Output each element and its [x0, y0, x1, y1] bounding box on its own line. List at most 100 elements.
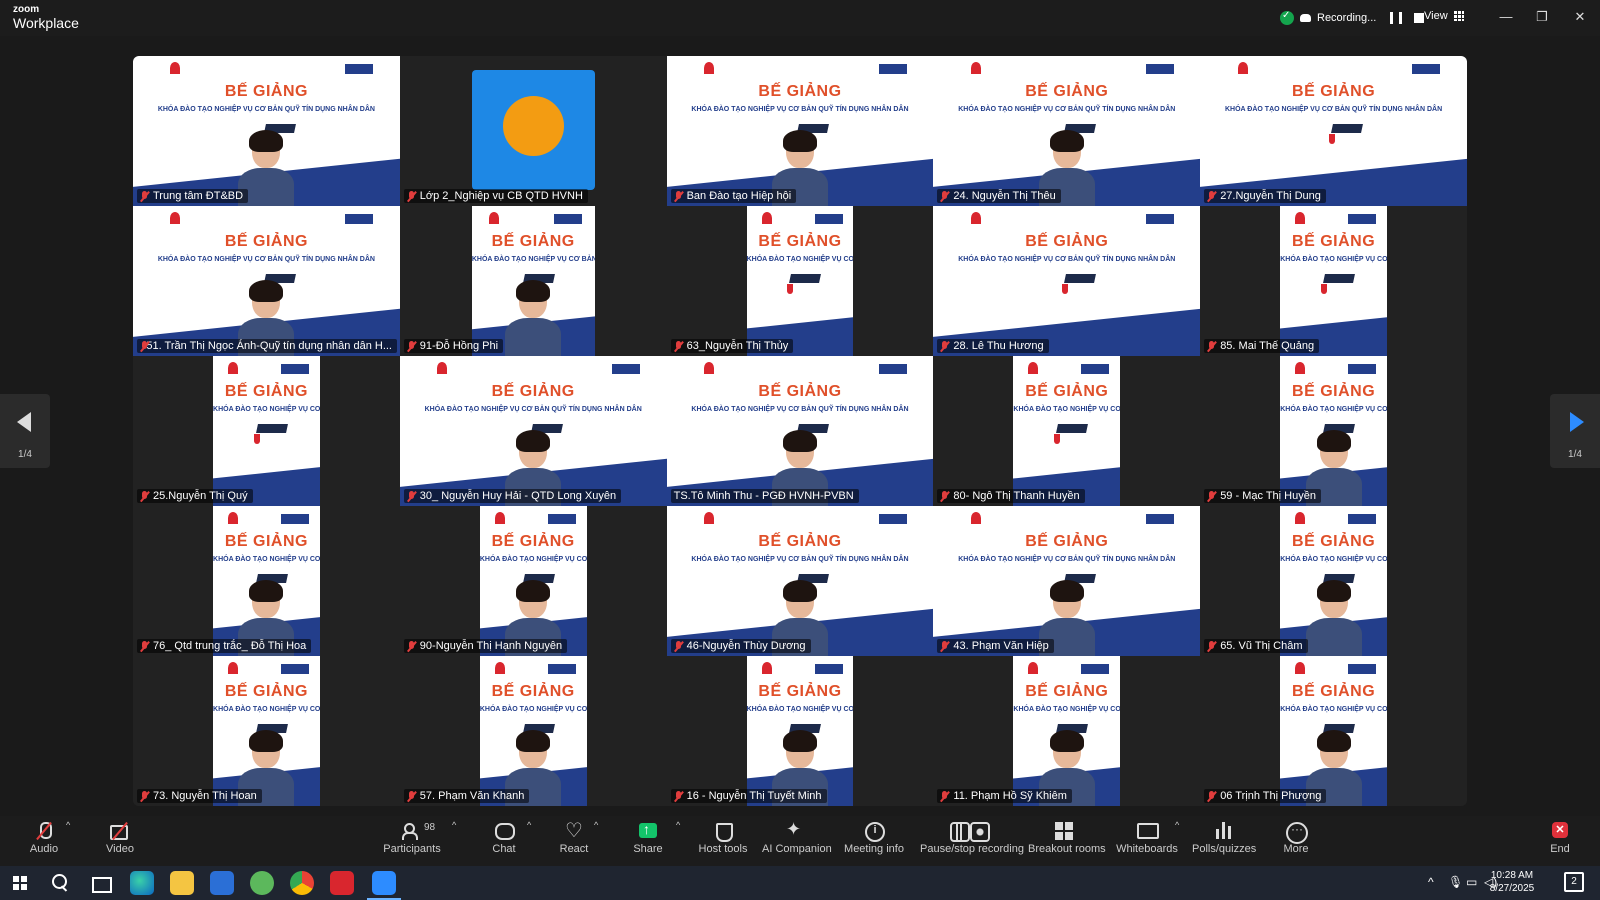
recording-indicator[interactable]: Recording...	[1280, 8, 1425, 28]
participant-name: 76_ Qtd trung trắc_ Đỗ Thị Hoa	[153, 640, 307, 652]
participant-tile[interactable]: BẾ GIẢNG KHÓA ĐÀO TẠO NGHIỆP VỤ CƠ BẢN QU…	[933, 56, 1201, 206]
video-button[interactable]: Video	[100, 820, 140, 864]
chrome-icon[interactable]	[290, 871, 314, 895]
participant-tile[interactable]: BẾ GIẢNG KHÓA ĐÀO TẠO NGHIỆP VỤ CƠ BẢN QU…	[933, 206, 1201, 356]
end-meeting-button[interactable]: End	[1540, 820, 1580, 864]
react-button[interactable]: React	[554, 818, 594, 864]
meeting-info-button[interactable]: Meeting info	[844, 820, 904, 864]
audio-button[interactable]: Audio	[24, 820, 64, 864]
chat-button[interactable]: Chat	[484, 820, 524, 864]
react-options-caret-icon[interactable]: ^	[594, 820, 598, 830]
participant-tile[interactable]: BẾ GIẢNG KHÓA ĐÀO TẠO NGHIỆP VỤ CƠ BẢN QU…	[1200, 656, 1467, 806]
participant-name-label: 25.Nguyễn Thị Quý	[137, 489, 253, 503]
participant-tile[interactable]: BẾ GIẢNG KHÓA ĐÀO TẠO NGHIỆP VỤ CƠ BẢN QU…	[399, 506, 667, 656]
participant-tile[interactable]: BẾ GIẢNG KHÓA ĐÀO TẠO NGHIỆP VỤ CƠ BẢN QU…	[1200, 356, 1467, 506]
participant-tile[interactable]: BẾ GIẢNG KHÓA ĐÀO TẠO NGHIỆP VỤ CƠ BẢN QU…	[1200, 206, 1467, 356]
participant-video: BẾ GIẢNG KHÓA ĐÀO TẠO NGHIỆP VỤ CƠ BẢN QU…	[479, 506, 587, 656]
restore-icon[interactable]: ❐	[1532, 9, 1552, 25]
stop-recording-icon[interactable]	[1414, 13, 1425, 23]
participant-tile[interactable]: BẾ GIẢNG KHÓA ĐÀO TẠO NGHIỆP VỤ CƠ BẢN QU…	[1200, 506, 1467, 656]
banner-subtitle: KHÓA ĐÀO TẠO NGHIỆP VỤ CƠ BẢN QUỸ TÍN DỤ…	[691, 105, 909, 113]
share-options-caret-icon[interactable]: ^	[676, 820, 680, 830]
more-button[interactable]: More	[1276, 820, 1316, 864]
windows-taskbar: ^ 🎙 ▭ ◁) 10:28 AM 8/27/2025 2	[0, 866, 1600, 900]
participant-name: 73. Nguyễn Thị Hoan	[153, 790, 257, 802]
participant-video: BẾ GIẢNG KHÓA ĐÀO TẠO NGHIỆP VỤ CƠ BẢN QU…	[746, 206, 854, 356]
association-logo-icon	[703, 512, 714, 524]
participants-button[interactable]: 98 Participants	[380, 820, 444, 864]
title-bar: zoom Workplace Recording... View — ❐ ✕	[0, 0, 1600, 36]
audio-options-caret-icon[interactable]: ^	[66, 820, 70, 830]
zoom-taskbar-icon[interactable]	[367, 871, 401, 900]
academy-logo-icon	[1348, 663, 1377, 674]
whiteboards-button[interactable]: Whiteboards	[1116, 820, 1178, 864]
previous-page-button[interactable]: 1/4	[0, 394, 50, 468]
task-view-icon[interactable]	[88, 871, 112, 895]
share-button[interactable]: Share	[628, 820, 668, 864]
participant-tile[interactable]: BẾ GIẢNG KHÓA ĐÀO TẠO NGHIỆP VỤ CƠ BẢN QU…	[133, 356, 400, 506]
banner-subtitle: KHÓA ĐÀO TẠO NGHIỆP VỤ CƠ BẢN QUỸ TÍN DỤ…	[1013, 405, 1121, 413]
banner-subtitle: KHÓA ĐÀO TẠO NGHIỆP VỤ CƠ BẢN QUỸ TÍN DỤ…	[958, 555, 1176, 563]
participant-tile[interactable]: BẾ GIẢNG KHÓA ĐÀO TẠO NGHIỆP VỤ CƠ BẢN QU…	[1200, 56, 1467, 206]
close-icon[interactable]: ✕	[1570, 9, 1590, 25]
participant-name-label: 85. Mai Thế Quảng	[1204, 339, 1320, 353]
participant-video: BẾ GIẢNG KHÓA ĐÀO TẠO NGHIỆP VỤ CƠ BẢN QU…	[933, 206, 1201, 356]
view-button[interactable]: View	[1424, 10, 1464, 22]
polls-quizzes-button[interactable]: Polls/quizzes	[1192, 820, 1256, 864]
breakout-rooms-button[interactable]: Breakout rooms	[1028, 820, 1106, 864]
participant-tile[interactable]: BẾ GIẢNG KHÓA ĐÀO TẠO NGHIỆP VỤ CƠ BẢN QU…	[666, 206, 934, 356]
participant-tile[interactable]: BẾ GIẢNG KHÓA ĐÀO TẠO NGHIỆP VỤ CƠ BẢN QU…	[399, 206, 667, 356]
ai-companion-button[interactable]: AI Companion	[762, 819, 832, 864]
zoom-logo: zoom Workplace	[13, 5, 79, 31]
participant-tile[interactable]: BẾ GIẢNG KHÓA ĐÀO TẠO NGHIỆP VỤ CƠ BẢN QU…	[133, 506, 400, 656]
microsoft-store-icon[interactable]	[210, 871, 234, 895]
end-label: End	[1550, 843, 1570, 855]
participant-tile[interactable]: BẾ GIẢNG KHÓA ĐÀO TẠO NGHIỆP VỤ CƠ BẢN QU…	[666, 656, 934, 806]
whiteboards-options-caret-icon[interactable]: ^	[1175, 820, 1179, 830]
banner-subtitle: KHÓA ĐÀO TẠO NGHIỆP VỤ CƠ BẢN QUỸ TÍN DỤ…	[1280, 255, 1387, 263]
academy-logo-icon	[1348, 513, 1377, 524]
green-app-icon[interactable]	[250, 871, 274, 895]
participant-tile[interactable]: BẾ GIẢNG KHÓA ĐÀO TẠO NGHIỆP VỤ CƠ BẢN QU…	[933, 356, 1201, 506]
academy-logo-icon	[611, 363, 640, 374]
participant-video: BẾ GIẢNG KHÓA ĐÀO TẠO NGHIỆP VỤ CƠ BẢN QU…	[746, 656, 854, 806]
arrow-left-icon	[17, 412, 31, 432]
muted-mic-icon	[407, 190, 416, 202]
tray-chevron-icon[interactable]: ^	[1428, 875, 1434, 889]
notifications-icon[interactable]: 2	[1564, 872, 1584, 892]
participant-tile[interactable]: BẾ GIẢNG KHÓA ĐÀO TẠO NGHIỆP VỤ CƠ BẢN QU…	[133, 206, 400, 356]
search-icon[interactable]	[48, 871, 72, 895]
participant-name: 24. Nguyễn Thị Thêu	[953, 190, 1056, 202]
chat-options-caret-icon[interactable]: ^	[527, 820, 531, 830]
participant-tile[interactable]: BẾ GIẢNG KHÓA ĐÀO TẠO NGHIỆP VỤ CƠ BẢN QU…	[666, 506, 934, 656]
edge-browser-icon[interactable]	[130, 871, 154, 895]
participant-name-label: 57. Phạm Văn Khanh	[403, 789, 530, 803]
host-tools-button[interactable]: Host tools	[698, 820, 748, 864]
encryption-shield-icon[interactable]	[1280, 10, 1294, 25]
participant-tile[interactable]: BẾ GIẢNG KHÓA ĐÀO TẠO NGHIỆP VỤ CƠ BẢN QU…	[666, 356, 934, 506]
participant-tile[interactable]: BẾ GIẢNG KHÓA ĐÀO TẠO NGHIỆP VỤ CƠ BẢN QU…	[133, 56, 400, 206]
file-explorer-icon[interactable]	[170, 871, 194, 895]
participant-tile[interactable]: Lớp 2_Nghiệp vụ CB QTD HVNH	[399, 56, 667, 206]
pause-stop-recording-button[interactable]: Pause/stop recording	[920, 820, 1024, 864]
tray-mic-icon[interactable]: 🎙	[1448, 875, 1463, 889]
participants-options-caret-icon[interactable]: ^	[452, 820, 456, 830]
association-logo-icon	[761, 662, 772, 674]
system-clock[interactable]: 10:28 AM 8/27/2025	[1476, 869, 1548, 895]
pause-recording-icon[interactable]	[1390, 12, 1403, 24]
participant-tile[interactable]: BẾ GIẢNG KHÓA ĐÀO TẠO NGHIỆP VỤ CƠ BẢN QU…	[399, 356, 667, 506]
windows-start-icon[interactable]	[8, 871, 32, 895]
participant-name: 80- Ngô Thị Thanh Huyền	[953, 490, 1080, 502]
participant-tile[interactable]: BẾ GIẢNG KHÓA ĐÀO TẠO NGHIỆP VỤ CƠ BẢN QU…	[933, 656, 1201, 806]
wps-office-icon[interactable]	[330, 871, 354, 895]
view-label: View	[1424, 10, 1448, 22]
participant-tile[interactable]: BẾ GIẢNG KHÓA ĐÀO TẠO NGHIỆP VỤ CƠ BẢN QU…	[933, 506, 1201, 656]
participant-tile[interactable]: BẾ GIẢNG KHÓA ĐÀO TẠO NGHIỆP VỤ CƠ BẢN QU…	[399, 656, 667, 806]
participant-video: BẾ GIẢNG KHÓA ĐÀO TẠO NGHIỆP VỤ CƠ BẢN QU…	[213, 656, 320, 806]
participant-tile[interactable]: BẾ GIẢNG KHÓA ĐÀO TẠO NGHIỆP VỤ CƠ BẢN QU…	[666, 56, 934, 206]
banner-subtitle: KHÓA ĐÀO TẠO NGHIỆP VỤ CƠ BẢN QUỸ TÍN DỤ…	[479, 705, 587, 713]
next-page-button[interactable]: 1/4	[1550, 394, 1600, 468]
participant-tile[interactable]: BẾ GIẢNG KHÓA ĐÀO TẠO NGHIỆP VỤ CƠ BẢN QU…	[133, 656, 400, 806]
participant-video: BẾ GIẢNG KHÓA ĐÀO TẠO NGHIỆP VỤ CƠ BẢN QU…	[666, 506, 934, 656]
minimize-icon[interactable]: —	[1496, 9, 1516, 24]
